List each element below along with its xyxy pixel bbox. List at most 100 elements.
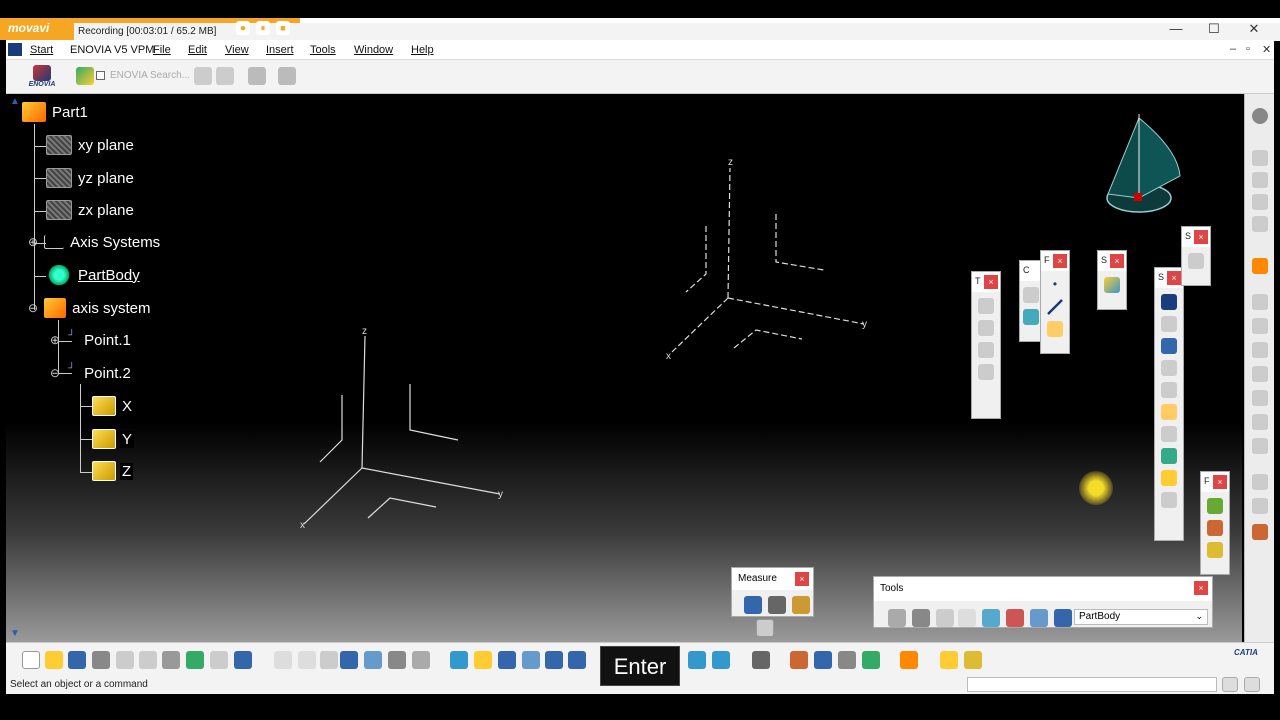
collapse-minus-icon[interactable]: ⊖ xyxy=(28,301,40,315)
symmetry-icon[interactable] xyxy=(978,364,994,380)
zoom-in-icon[interactable] xyxy=(545,651,563,669)
cube-icon[interactable] xyxy=(1161,448,1177,464)
tree-node-axis-system[interactable]: ⊖ axis system xyxy=(28,298,153,318)
tool-icon-14[interactable] xyxy=(1252,524,1268,540)
scroll-up-icon[interactable]: ▲ xyxy=(10,96,20,107)
update-icon[interactable] xyxy=(888,609,906,627)
tree-node-param-z[interactable]: Z xyxy=(92,461,134,481)
tool-icon-4[interactable] xyxy=(1252,216,1268,232)
paint-icon[interactable] xyxy=(900,651,918,669)
cut-icon[interactable] xyxy=(116,651,134,669)
tool-icon-5[interactable] xyxy=(1252,294,1268,310)
feature-icon-3[interactable] xyxy=(1207,542,1223,558)
rotate-view-icon[interactable] xyxy=(522,651,540,669)
tree-node-yz-plane[interactable]: yz plane xyxy=(46,168,136,188)
tool-icon-1[interactable] xyxy=(1252,150,1268,166)
table-icon[interactable] xyxy=(340,651,358,669)
tool-icon-8[interactable] xyxy=(1252,366,1268,382)
measure-close-button[interactable]: × xyxy=(795,572,809,586)
grid-render-icon[interactable] xyxy=(838,651,856,669)
loft-icon[interactable] xyxy=(1161,382,1177,398)
measure-between-icon[interactable] xyxy=(744,596,762,614)
join-icon[interactable] xyxy=(1161,492,1177,508)
work-on-support-icon[interactable] xyxy=(982,609,1000,627)
catalog-icon[interactable] xyxy=(1030,609,1048,627)
palette-close-button[interactable]: × xyxy=(1110,254,1124,268)
snap-icon[interactable] xyxy=(1006,609,1024,627)
tools-close-button[interactable]: × xyxy=(1194,581,1208,595)
copy-icon[interactable] xyxy=(139,651,157,669)
translate-icon[interactable] xyxy=(978,298,994,314)
current-body-select[interactable]: PartBody ⌄ xyxy=(1074,609,1208,625)
tool-icon-2[interactable] xyxy=(1252,172,1268,188)
undo-icon[interactable] xyxy=(186,651,204,669)
axis-system-tool-icon[interactable] xyxy=(936,609,954,627)
layers-icon[interactable] xyxy=(862,651,880,669)
fly-mode-icon[interactable] xyxy=(450,651,468,669)
print-icon[interactable] xyxy=(92,651,110,669)
surface-icon[interactable] xyxy=(1023,287,1039,303)
sketch-icon[interactable] xyxy=(1161,294,1177,310)
network-icon[interactable] xyxy=(364,651,382,669)
capture-icon[interactable] xyxy=(752,651,770,669)
box-icon[interactable] xyxy=(1023,309,1039,325)
palette-close-button[interactable]: × xyxy=(1194,230,1208,244)
blend-icon[interactable] xyxy=(1161,426,1177,442)
palette-close-button[interactable]: × xyxy=(1213,475,1227,489)
command-option-2-icon[interactable] xyxy=(1244,677,1260,692)
hand-icon[interactable] xyxy=(912,609,930,627)
tree-scrollbar[interactable]: ▲ ▼ xyxy=(6,94,24,642)
scroll-down-icon[interactable]: ▼ xyxy=(10,628,20,639)
rotate-icon[interactable] xyxy=(978,320,994,336)
measure-inertia-icon[interactable] xyxy=(792,596,810,614)
revolve-icon[interactable] xyxy=(1161,338,1177,354)
tree-node-param-y[interactable]: Y xyxy=(92,429,135,449)
pan-icon[interactable] xyxy=(498,651,516,669)
render-icon[interactable] xyxy=(712,651,730,669)
expand-plus-icon[interactable]: ⊕ xyxy=(28,235,40,249)
tree-node-xy-plane[interactable]: xy plane xyxy=(46,135,136,155)
stack-view-2-icon[interactable] xyxy=(964,651,982,669)
measure-extra-icon[interactable] xyxy=(756,619,774,637)
tool-icon-9[interactable] xyxy=(1252,390,1268,406)
tool-icon-3[interactable] xyxy=(1252,194,1268,210)
tree-node-zx-plane[interactable]: zx plane xyxy=(46,200,136,220)
analysis-icon[interactable] xyxy=(412,651,430,669)
measure-item-icon[interactable] xyxy=(768,596,786,614)
whats-this-icon[interactable] xyxy=(234,651,252,669)
stack-view-icon[interactable] xyxy=(940,651,958,669)
tree-node-point2[interactable]: ⊖ ┘ Point.2 xyxy=(50,363,133,383)
collapse-minus-icon[interactable]: ⊖ xyxy=(50,366,64,380)
command-option-icon[interactable] xyxy=(1222,677,1238,692)
macro-icon[interactable] xyxy=(388,651,406,669)
palette-close-button[interactable]: × xyxy=(984,275,998,289)
tool-icon-10[interactable] xyxy=(1252,414,1268,430)
tool-icon-6[interactable] xyxy=(1252,318,1268,334)
grid-icon[interactable] xyxy=(958,609,976,627)
tree-node-axis-systems[interactable]: ⊕ Axis Systems xyxy=(28,233,163,251)
apply-material-icon[interactable] xyxy=(790,651,808,669)
sweep-icon[interactable] xyxy=(1161,360,1177,376)
save-icon[interactable] xyxy=(68,651,86,669)
formula-icon[interactable] xyxy=(274,651,292,669)
feature-icon-1[interactable] xyxy=(1207,498,1223,514)
knowledge-icon[interactable] xyxy=(320,651,338,669)
tool-icon-13[interactable] xyxy=(1252,498,1268,514)
feature-icon-2[interactable] xyxy=(1207,520,1223,536)
paste-icon[interactable] xyxy=(162,651,180,669)
point-tool-icon[interactable]: • xyxy=(1047,277,1063,293)
tree-node-part1[interactable]: Part1 xyxy=(22,102,90,122)
plane-tool-icon[interactable] xyxy=(1047,321,1063,337)
open-folder-icon[interactable] xyxy=(45,651,63,669)
tool-icon-12[interactable] xyxy=(1252,474,1268,490)
tree-node-param-x[interactable]: X xyxy=(92,396,135,416)
fill-icon[interactable] xyxy=(1161,404,1177,420)
zoom-out-icon[interactable] xyxy=(568,651,586,669)
redo-icon[interactable] xyxy=(210,651,228,669)
new-file-icon[interactable] xyxy=(22,651,40,669)
tree-node-partbody[interactable]: PartBody xyxy=(46,265,142,285)
select-cursor-icon[interactable] xyxy=(1252,258,1268,274)
comment-icon[interactable] xyxy=(298,651,316,669)
view-mode-icon[interactable] xyxy=(688,651,706,669)
settings-icon[interactable] xyxy=(1252,108,1268,124)
